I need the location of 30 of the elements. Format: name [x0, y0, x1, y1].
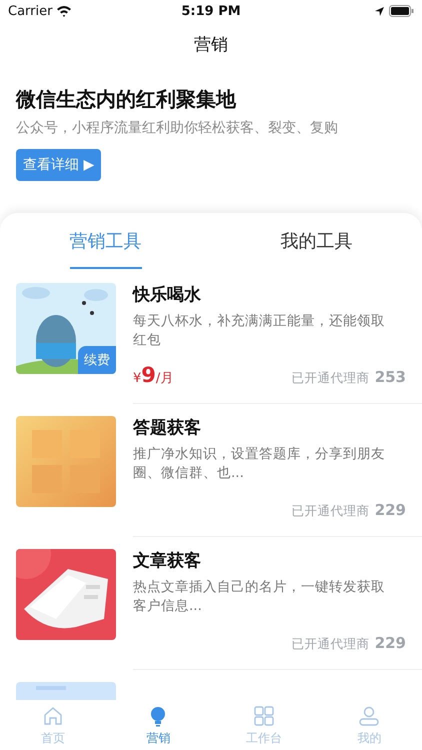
tool-description: 每天八杯水，补充满满正能量，还能领取红包 [133, 312, 386, 350]
agents-count: 253 [374, 368, 406, 386]
tab-bar-item[interactable]: 首页 [0, 700, 106, 750]
tab-bar-item[interactable]: 我的 [316, 700, 422, 750]
page-title: 营销 [194, 34, 228, 56]
price-label: ¥9/月 [133, 363, 174, 387]
tool-tab[interactable]: 我的工具 [211, 213, 422, 271]
tool-description: 热点文章插入自己的名片，一键转发获取客户信息... [133, 578, 386, 616]
banner-title: 微信生态内的红利聚集地 [16, 86, 236, 113]
agents-label: 已开通代理商 [292, 636, 370, 653]
tool-tab[interactable]: 营销工具 [0, 213, 211, 271]
tool-title: 快乐喝水 [133, 284, 202, 306]
grid-icon [252, 704, 276, 728]
location-arrow-icon [374, 6, 385, 16]
agents-count: 229 [374, 634, 406, 652]
tool-description: 推广净水知识，设置答题库，分享到朋友圈、微信群、也... [133, 445, 386, 483]
agents-label: 已开通代理商 [292, 503, 370, 520]
carrier-label: Carrier [8, 4, 52, 18]
renew-badge[interactable]: 续费 [78, 346, 116, 374]
battery-icon [388, 5, 414, 17]
agents-label: 已开通代理商 [292, 370, 370, 387]
tab-bar-item[interactable]: 营销 [106, 700, 211, 750]
tool-title: 文章获客 [133, 550, 202, 572]
tab-bar-item[interactable]: 工作台 [211, 700, 316, 750]
wifi-icon [56, 5, 72, 17]
status-time: 5:19 PM [181, 4, 241, 18]
banner-subtitle: 公众号，小程序流量红利助你轻松获客、裂变、复购 [16, 119, 338, 137]
details-button[interactable]: 查看详细 ▶ [16, 149, 102, 181]
tool-title: 答题获客 [133, 417, 202, 439]
agents-count: 229 [374, 501, 406, 519]
